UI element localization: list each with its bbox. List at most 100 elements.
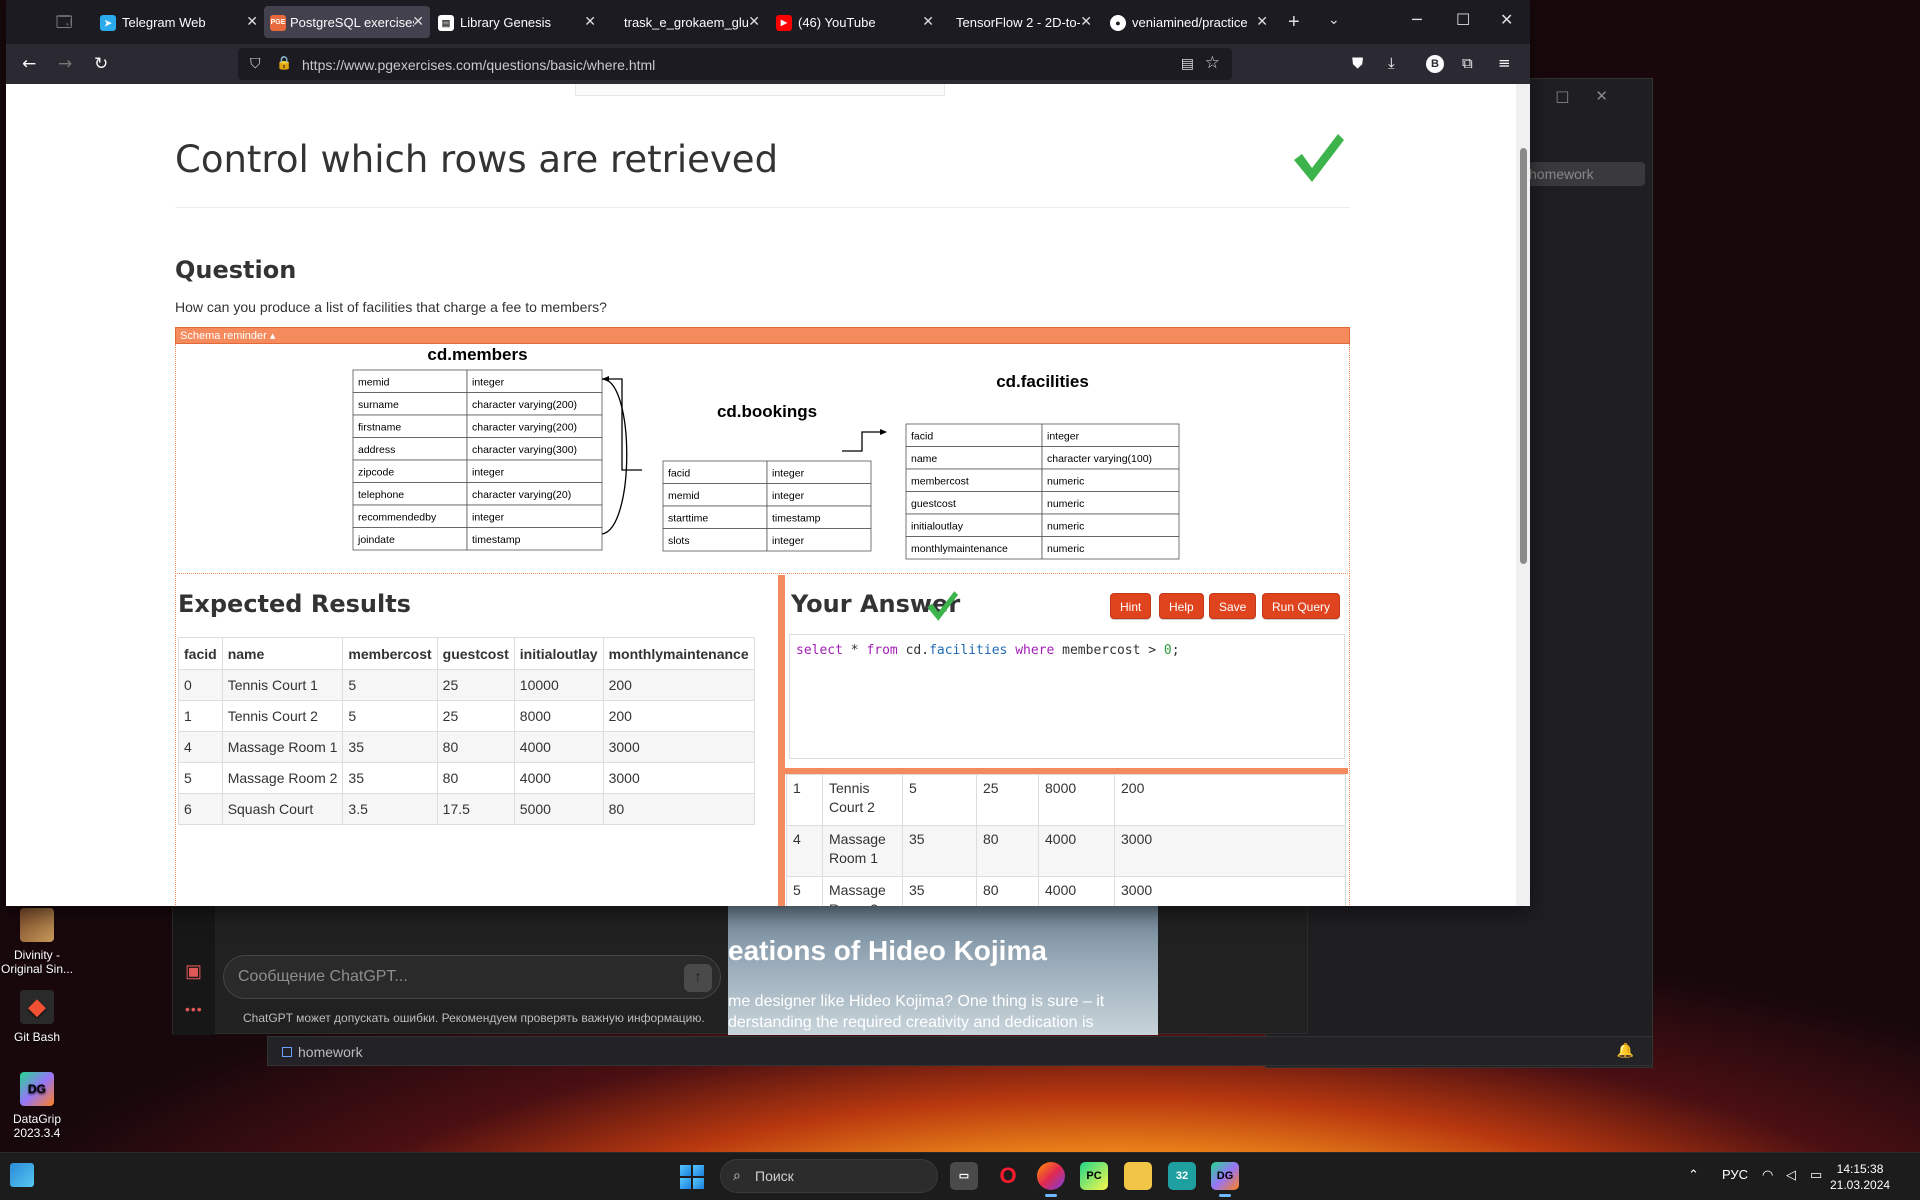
app-32-icon[interactable]: 32: [1168, 1162, 1196, 1190]
chevron-up-icon[interactable]: ⌃: [1688, 1167, 1699, 1183]
firefox-icon[interactable]: [1037, 1162, 1065, 1197]
new-tab-button[interactable]: +: [1288, 11, 1300, 34]
close-icon[interactable]: ✕: [412, 13, 424, 30]
minimize-button[interactable]: ─: [1412, 10, 1422, 29]
back-button[interactable]: ←: [22, 54, 36, 74]
schema-column-name: memid: [358, 376, 390, 388]
task-view-icon[interactable]: ▭: [950, 1162, 978, 1190]
taskbar-search[interactable]: ⌕ Поиск: [720, 1159, 938, 1193]
question-heading: Question: [175, 256, 297, 284]
tab-pgexercises[interactable]: PGE PostgreSQL exercises ✕: [264, 6, 430, 38]
widgets-icon[interactable]: [10, 1163, 34, 1187]
table-cell: 80: [602, 793, 755, 825]
table-cell: 4: [178, 731, 223, 763]
more-icon[interactable]: •••: [185, 1001, 203, 1017]
file-explorer-icon[interactable]: [1124, 1162, 1152, 1190]
firefox-window: 🗔 ➤ Telegram Web ✕ PGE PostgreSQL exerci…: [6, 0, 1530, 906]
clock[interactable]: 14:15:38 21.03.2024: [1830, 1161, 1890, 1193]
window-controls[interactable]: ─□✕: [1520, 87, 1634, 105]
table-cell: 25: [436, 669, 515, 701]
tab-title: veniamined/practice: [1132, 15, 1248, 30]
chatgpt-message-input[interactable]: Сообщение ChatGPT... ↑: [223, 955, 721, 999]
tab-library-genesis[interactable]: ▤ Library Genesis ✕: [438, 6, 602, 38]
volume-icon[interactable]: ◁: [1786, 1167, 1796, 1183]
table-cell: 35: [342, 762, 438, 794]
close-icon[interactable]: ✕: [1256, 13, 1268, 30]
tab-youtube[interactable]: ▶ (46) YouTube ✕: [776, 6, 940, 38]
close-icon[interactable]: ✕: [584, 13, 596, 30]
opera-icon[interactable]: O: [994, 1162, 1022, 1190]
wifi-icon[interactable]: ◠: [1762, 1167, 1773, 1183]
page-scrollbar[interactable]: [1516, 84, 1530, 906]
tab-trask[interactable]: trask_e_grokaem_glubok ✕: [602, 6, 766, 38]
run-query-button[interactable]: Run Query: [1262, 593, 1341, 619]
close-icon[interactable]: ✕: [748, 13, 760, 30]
close-icon[interactable]: ✕: [1080, 13, 1092, 30]
help-button[interactable]: Help: [1159, 593, 1204, 619]
account-avatar[interactable]: B: [1426, 55, 1444, 73]
desktop-icon-label: Git Bash: [13, 1030, 61, 1044]
tab-list-icon[interactable]: 🗔: [56, 12, 76, 32]
save-button[interactable]: Save: [1209, 593, 1257, 619]
expected-results-heading: Expected Results: [178, 590, 411, 618]
panel-resize-handle[interactable]: [778, 575, 785, 906]
lock-icon[interactable]: 🔒: [276, 55, 292, 71]
forward-button[interactable]: →: [58, 54, 72, 74]
table-cell: 4000: [1038, 876, 1115, 906]
tab-tensorflow[interactable]: TensorFlow 2 - 2D-to-3D ✕: [934, 6, 1098, 38]
tab-bar: 🗔 ➤ Telegram Web ✕ PGE PostgreSQL exerci…: [6, 0, 1530, 44]
desktop-icon-divinity[interactable]: Divinity - Original Sin...: [0, 908, 74, 976]
hint-button[interactable]: Hint: [1110, 593, 1152, 619]
reload-button[interactable]: ↻: [94, 54, 108, 74]
tab-telegram[interactable]: ➤ Telegram Web ✕: [100, 6, 264, 38]
schema-column-type: timestamp: [772, 512, 821, 524]
sql-editor[interactable]: select * from cd.facilities where member…: [789, 634, 1345, 759]
desktop-icon-datagrip[interactable]: DG DataGrip 2023.3.4: [0, 1072, 74, 1140]
menu-icon[interactable]: ≡: [1498, 54, 1511, 72]
image-icon[interactable]: ▣: [185, 961, 202, 982]
table-cell: 35: [902, 876, 977, 906]
close-window-button[interactable]: ✕: [1500, 10, 1513, 29]
github-icon: ●: [1110, 15, 1126, 31]
pycharm-icon[interactable]: PC: [1080, 1162, 1108, 1190]
extensions-icon[interactable]: ⧉: [1462, 54, 1473, 72]
tab-title: Library Genesis: [460, 15, 552, 30]
language-indicator[interactable]: РУС: [1722, 1167, 1748, 1182]
desktop-icon-git-bash[interactable]: ◆ Git Bash: [0, 990, 74, 1044]
table-cell: Tennis Court 2: [822, 774, 903, 826]
pocket-icon[interactable]: ⛊: [1352, 54, 1363, 72]
table-cell: 5000: [513, 793, 604, 825]
chevron-down-icon[interactable]: ⌄: [1328, 11, 1340, 28]
schema-column-type: numeric: [1047, 498, 1084, 510]
download-icon[interactable]: ⤓: [1388, 54, 1395, 72]
send-button[interactable]: ↑: [684, 964, 712, 992]
url-bar[interactable]: ⛉ 🔒 https://www.pgexercises.com/question…: [238, 48, 1232, 80]
datagrip-taskbar-icon[interactable]: DG: [1211, 1162, 1239, 1197]
start-button[interactable]: [680, 1165, 704, 1189]
schema-column-name: address: [358, 444, 395, 456]
chatgpt-article-card[interactable]: eations of Hideo Kojima me designer like…: [728, 901, 1158, 1035]
ide-search-field[interactable]: homework: [1521, 162, 1645, 186]
clock-date: 21.03.2024: [1830, 1178, 1891, 1192]
table-cell: Tennis Court 2: [221, 700, 344, 732]
bell-icon[interactable]: 🔔: [1617, 1042, 1634, 1059]
schema-diagram: cd.members memid integer surname character v…: [352, 345, 1180, 560]
reader-view-icon[interactable]: ▤: [1181, 55, 1194, 72]
close-icon[interactable]: ✕: [922, 13, 934, 30]
close-icon[interactable]: ✕: [246, 13, 258, 30]
chatgpt-disclaimer: ChatGPT может допускать ошибки. Рекоменд…: [243, 1011, 705, 1025]
scrollbar-thumb[interactable]: [1520, 148, 1527, 564]
battery-icon[interactable]: ▭: [1810, 1167, 1822, 1183]
schema-column-name: membercost: [911, 475, 969, 487]
project-label[interactable]: homework: [282, 1044, 363, 1060]
maximize-button[interactable]: ☐: [1456, 10, 1470, 29]
page-viewport: Control which rows are retrieved Questio…: [6, 84, 1530, 906]
schema-reminder-toggle[interactable]: Schema reminder ▴: [175, 327, 1350, 344]
schema-column-type: integer: [472, 376, 505, 388]
bookmark-star-icon[interactable]: ☆: [1205, 53, 1220, 73]
url-text[interactable]: https://www.pgexercises.com/questions/ba…: [302, 57, 655, 73]
shield-icon[interactable]: ⛉: [250, 55, 261, 72]
tab-github[interactable]: ● veniamined/practice ✕: [1110, 6, 1274, 38]
schema-column-name: zipcode: [358, 466, 394, 478]
